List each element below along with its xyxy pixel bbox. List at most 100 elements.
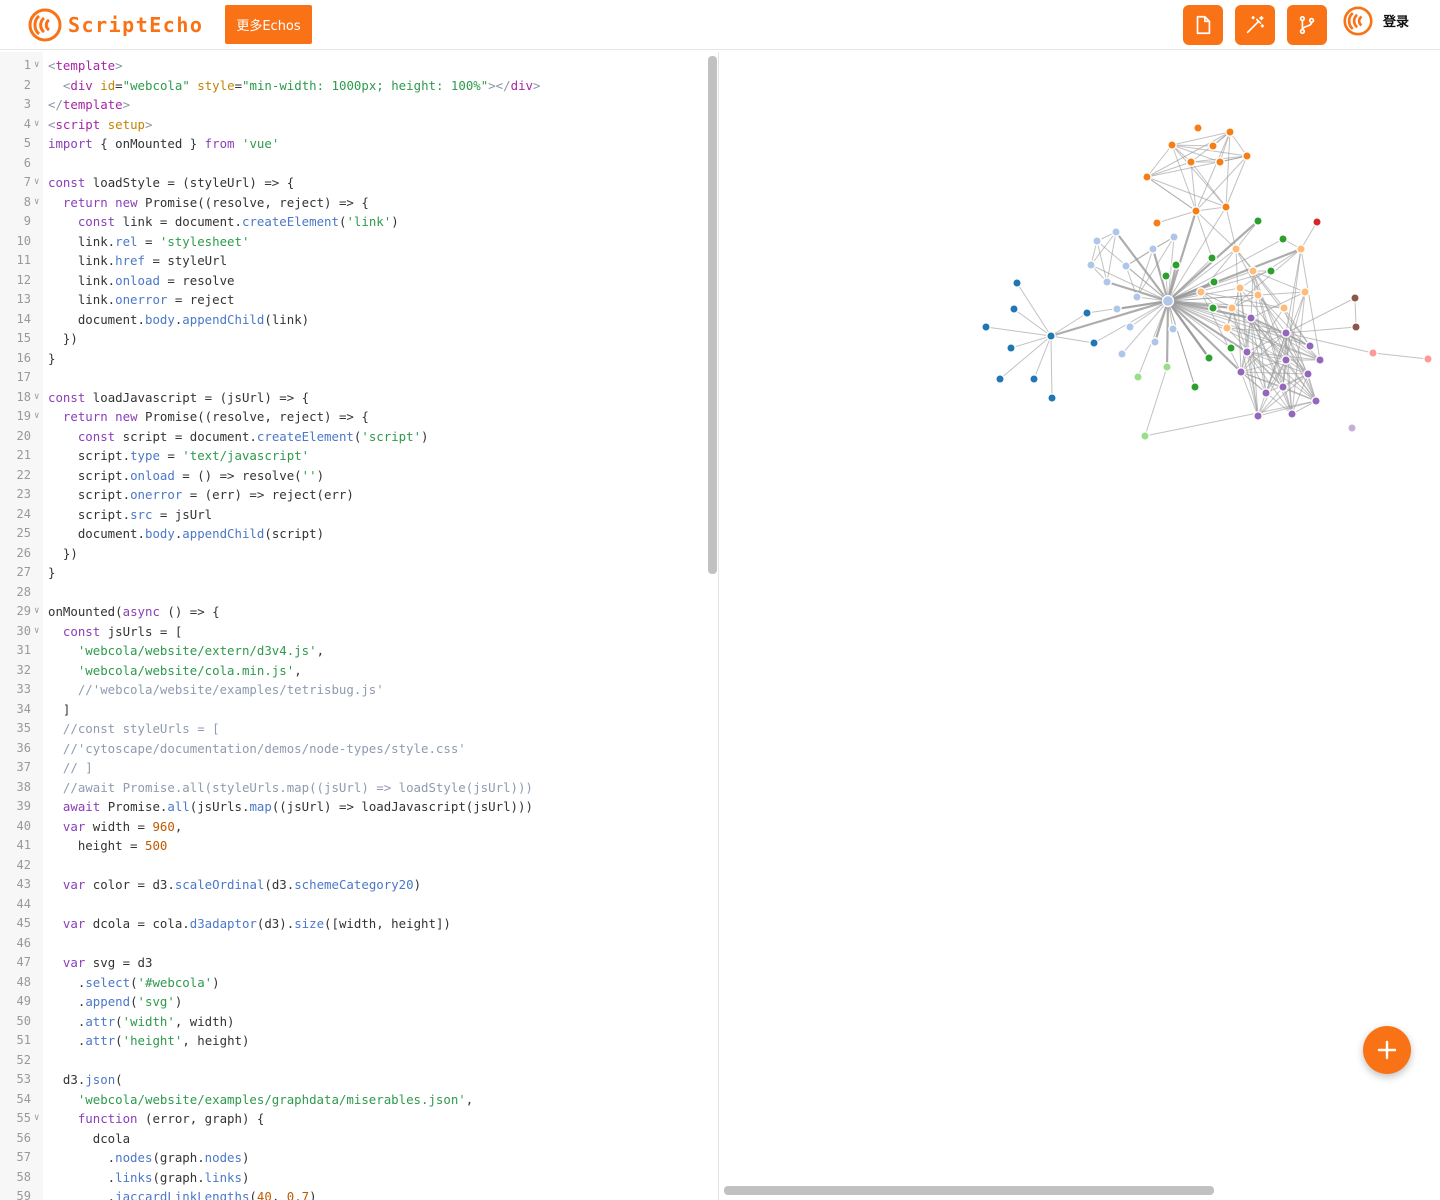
code-line[interactable]: 33 //'webcola/website/examples/tetrisbug… — [0, 680, 705, 700]
graph-node[interactable] — [1162, 362, 1172, 372]
graph-node[interactable] — [1029, 374, 1039, 384]
fold-toggle-icon[interactable]: ∨ — [34, 173, 39, 193]
graph-node[interactable] — [1006, 343, 1016, 353]
code-line[interactable]: 43 var color = d3.scaleOrdinal(d3.scheme… — [0, 875, 705, 895]
graph-node[interactable] — [1266, 266, 1276, 276]
graph-node[interactable] — [1169, 232, 1179, 242]
magic-wand-button[interactable] — [1235, 5, 1275, 45]
code-line[interactable]: 44 — [0, 895, 705, 915]
graph-node[interactable] — [1278, 234, 1288, 244]
code-line[interactable]: 28 — [0, 583, 705, 603]
graph-node[interactable] — [1133, 372, 1143, 382]
code-line[interactable]: 11 link.href = styleUrl — [0, 251, 705, 271]
graph-node[interactable] — [1287, 409, 1297, 419]
graph-node[interactable] — [1102, 277, 1112, 287]
code-line[interactable]: 16} — [0, 349, 705, 369]
graph-node[interactable] — [1236, 367, 1246, 377]
code-line[interactable]: 57 .nodes(graph.nodes) — [0, 1148, 705, 1168]
code-line[interactable]: 2 <div id="webcola" style="min-width: 10… — [0, 76, 705, 96]
graph-node[interactable] — [1215, 157, 1225, 167]
code-line[interactable]: 15 }) — [0, 329, 705, 349]
code-line[interactable]: 10 link.rel = 'stylesheet' — [0, 232, 705, 252]
code-line[interactable]: 19 ∨ return new Promise((resolve, reject)… — [0, 407, 705, 427]
code-line[interactable]: 7 ∨ const loadStyle = (styleUrl) => { — [0, 173, 705, 193]
code-line[interactable]: 53 d3.json( — [0, 1070, 705, 1090]
graph-node[interactable] — [1226, 343, 1236, 353]
more-echos-button[interactable]: 更多Echos — [225, 5, 312, 44]
code-line[interactable]: 4 ∨ <script setup> — [0, 115, 705, 135]
graph-node[interactable] — [1222, 323, 1232, 333]
code-line[interactable]: 14 document.body.appendChild(link) — [0, 310, 705, 330]
code-line[interactable]: 56 dcola — [0, 1129, 705, 1149]
code-line[interactable]: 54 'webcola/website/examples/graphdata/m… — [0, 1090, 705, 1110]
code-line[interactable]: 6 — [0, 154, 705, 174]
preview-horizontal-scrollbar[interactable] — [724, 1186, 1214, 1195]
editor-vertical-scrollbar[interactable] — [708, 56, 717, 574]
fold-toggle-icon[interactable]: ∨ — [34, 622, 39, 642]
code-line[interactable]: 12 link.onload = resolve — [0, 271, 705, 291]
graph-node[interactable] — [1191, 206, 1201, 216]
fold-toggle-icon[interactable]: ∨ — [34, 407, 39, 427]
graph-node[interactable] — [1235, 283, 1245, 293]
graph-node[interactable] — [1092, 236, 1102, 246]
graph-node[interactable] — [1208, 141, 1218, 151]
graph-node[interactable] — [1312, 217, 1322, 227]
graph-node[interactable] — [1246, 313, 1256, 323]
graph-node[interactable] — [1423, 354, 1433, 364]
graph-node[interactable] — [1140, 431, 1150, 441]
graph-node[interactable] — [1253, 290, 1263, 300]
graph-node[interactable] — [1196, 287, 1206, 297]
code-line[interactable]: 41 height = 500 — [0, 836, 705, 856]
fold-toggle-icon[interactable]: ∨ — [34, 388, 39, 408]
graph-node[interactable] — [1168, 324, 1178, 334]
code-line[interactable]: 13 link.onerror = reject — [0, 290, 705, 310]
code-line[interactable]: 38 //await Promise.all(styleUrls.map((js… — [0, 778, 705, 798]
graph-node[interactable] — [1347, 423, 1357, 433]
code-editor[interactable]: 1 ∨ <template> 2 <div id="webcola" style="m… — [0, 52, 719, 1200]
code-line[interactable]: 58 .links(graph.links) — [0, 1168, 705, 1188]
code-line[interactable]: 1 ∨ <template> — [0, 56, 705, 76]
graph-node[interactable] — [1209, 277, 1219, 287]
graph-node[interactable] — [1204, 353, 1214, 363]
code-line[interactable]: 37 // ] — [0, 758, 705, 778]
login-link[interactable]: 登录 — [1383, 11, 1409, 30]
code-line[interactable]: 23 script.onerror = (err) => reject(err) — [0, 485, 705, 505]
graph-node[interactable] — [1242, 151, 1252, 161]
graph-node[interactable] — [1121, 261, 1131, 271]
graph-node[interactable] — [1248, 266, 1258, 276]
graph-node[interactable] — [1300, 287, 1310, 297]
code-line[interactable]: 8 ∨ return new Promise((resolve, reject) … — [0, 193, 705, 213]
new-document-button[interactable] — [1183, 5, 1223, 45]
graph-node[interactable] — [1368, 348, 1378, 358]
graph-node[interactable] — [1221, 202, 1231, 212]
graph-node[interactable] — [1046, 331, 1056, 341]
fold-toggle-icon[interactable]: ∨ — [34, 602, 39, 622]
graph-node[interactable] — [1009, 304, 1019, 314]
app-logo[interactable]: ScriptEcho — [28, 7, 203, 43]
graph-node[interactable] — [1279, 303, 1289, 313]
code-line[interactable]: 59 .jaccardLinkLengths(40, 0.7) — [0, 1187, 705, 1200]
code-line[interactable]: 25 document.body.appendChild(script) — [0, 524, 705, 544]
graph-node[interactable] — [1242, 347, 1252, 357]
graph-node[interactable] — [1186, 157, 1196, 167]
graph-node[interactable] — [1152, 218, 1162, 228]
graph-node[interactable] — [1231, 244, 1241, 254]
graph-node[interactable] — [1171, 260, 1181, 270]
graph-node[interactable] — [1350, 293, 1360, 303]
graph-node[interactable] — [1315, 355, 1325, 365]
graph-node[interactable] — [1012, 278, 1022, 288]
graph-node[interactable] — [1296, 244, 1306, 254]
graph-node[interactable] — [1253, 216, 1263, 226]
graph-node[interactable] — [1161, 294, 1175, 308]
graph-node[interactable] — [1161, 271, 1171, 281]
graph-node[interactable] — [1227, 303, 1237, 313]
code-line[interactable]: 46 — [0, 934, 705, 954]
code-line[interactable]: 45 var dcola = cola.d3adaptor(d3).size([… — [0, 914, 705, 934]
graph-node[interactable] — [1150, 337, 1160, 347]
code-line[interactable]: 27} — [0, 563, 705, 583]
graph-node[interactable] — [1253, 411, 1263, 421]
graph-node[interactable] — [1261, 388, 1271, 398]
code-line[interactable]: 22 script.onload = () => resolve('') — [0, 466, 705, 486]
graph-node[interactable] — [981, 322, 991, 332]
graph-node[interactable] — [1208, 303, 1218, 313]
